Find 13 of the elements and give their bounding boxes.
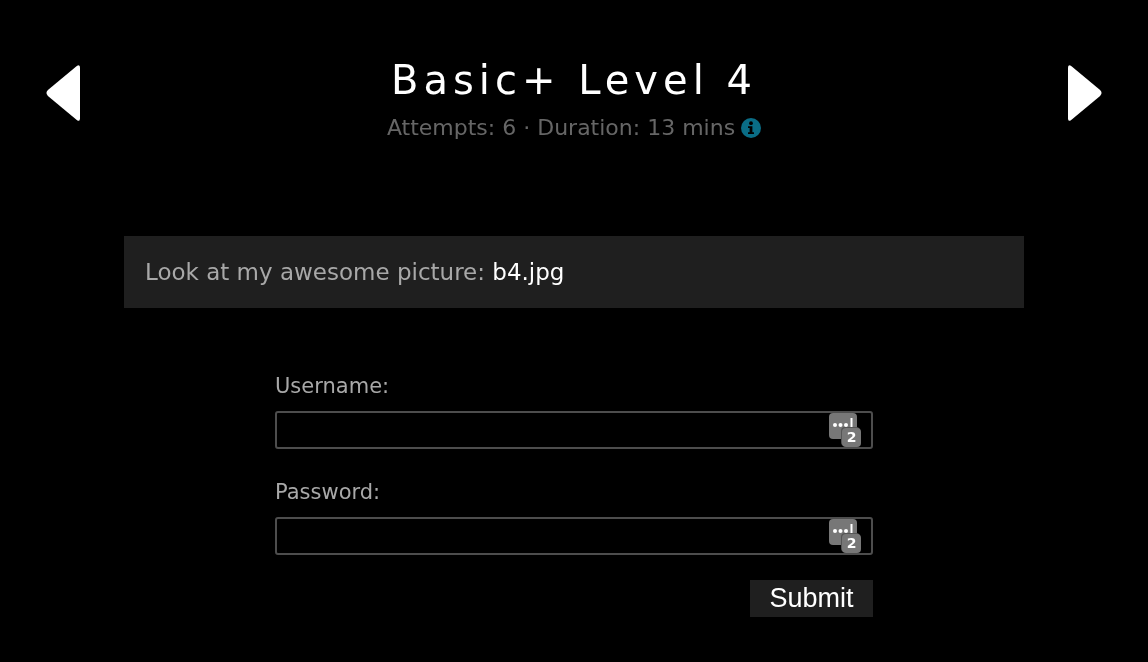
previous-arrow-icon[interactable] <box>45 62 80 124</box>
input-field[interactable] <box>275 411 873 449</box>
input-field[interactable] <box>275 517 873 555</box>
count-badge: 2 <box>842 534 861 553</box>
info-icon[interactable] <box>741 118 762 138</box>
field-label: Username: <box>275 373 390 400</box>
field-label: Password: <box>275 479 381 506</box>
submit-button[interactable]: Submit <box>750 580 873 617</box>
count-badge: 2 <box>842 428 861 447</box>
level-title: Basic+ Level 4 <box>391 56 757 104</box>
hint-text: Look at my awesome picture: b4.jpg <box>145 258 565 286</box>
attempts-duration-text: Attempts: 6 · Duration: 13 mins <box>386 114 736 142</box>
next-arrow-icon[interactable] <box>1068 62 1103 124</box>
